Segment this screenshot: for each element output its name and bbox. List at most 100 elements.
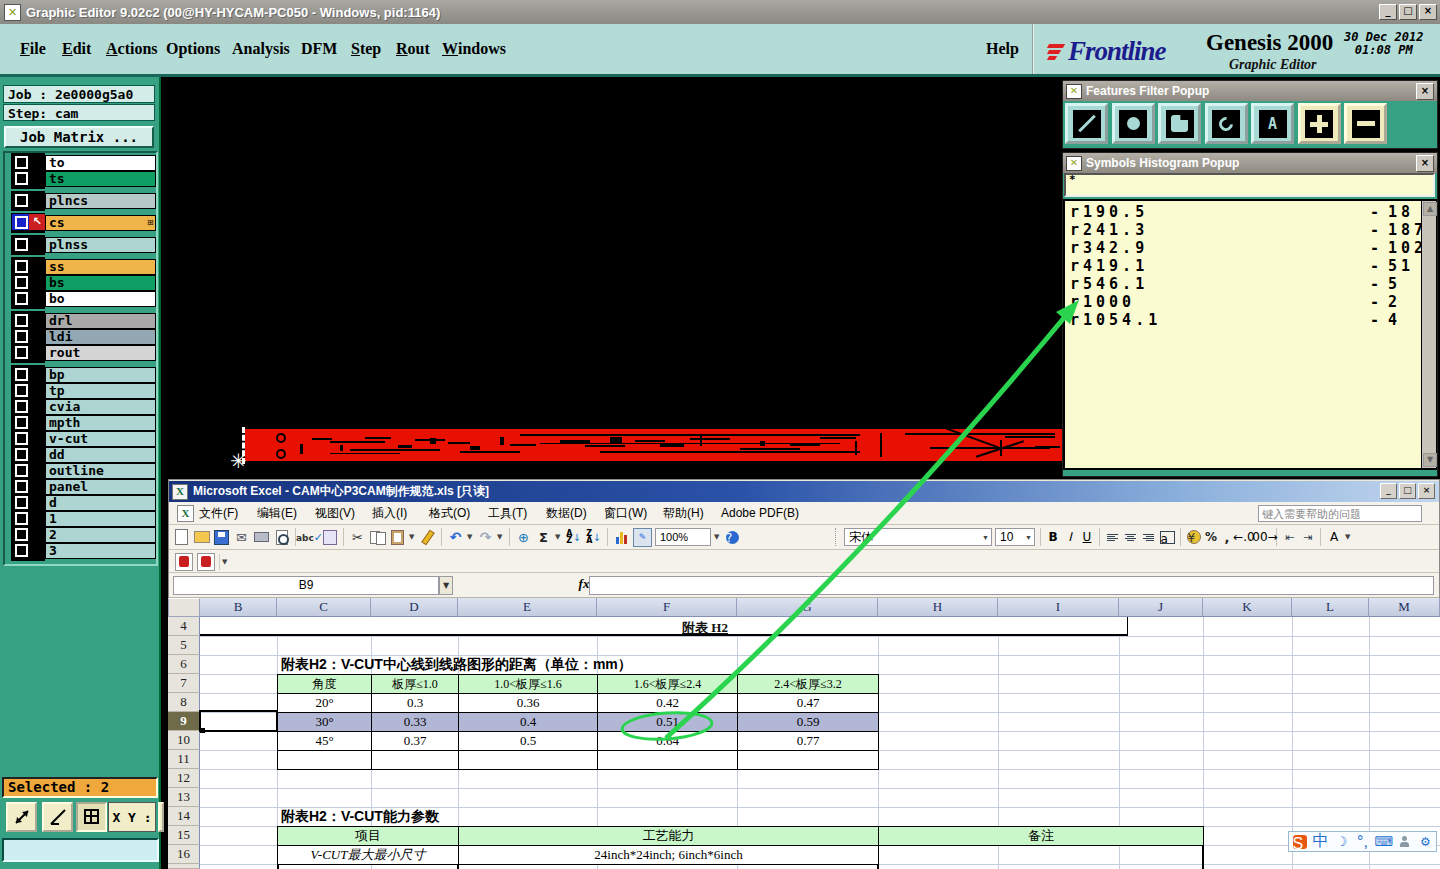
redo-icon[interactable]: ↷ [477, 529, 494, 546]
cell-F11[interactable] [597, 750, 738, 770]
cell-F10[interactable]: 0.64 [597, 731, 738, 751]
layer-checkbox-cs[interactable] [15, 216, 28, 229]
layer-checkbox-bp[interactable] [15, 368, 28, 381]
layer-checkbox-dd[interactable] [15, 448, 28, 461]
layer-dd[interactable]: dd [45, 447, 156, 463]
text-tool-button[interactable]: A [1251, 103, 1294, 144]
row-header-13[interactable]: 13 [168, 788, 200, 807]
comma-icon[interactable]: , [1221, 529, 1233, 546]
row-header-10[interactable]: 10 [168, 731, 200, 750]
layer-checkbox-mpth[interactable] [15, 416, 28, 429]
header-cell[interactable]: 1.6<板厚≤2.4 [597, 674, 738, 694]
layer-ts[interactable]: ts [45, 171, 156, 187]
layer-checkbox-v-cut[interactable] [15, 432, 28, 445]
pdf-convert-email-icon[interactable] [197, 553, 215, 571]
save-icon[interactable] [213, 529, 230, 546]
column-header-F[interactable]: F [597, 598, 737, 617]
layer-checkbox-ss[interactable] [15, 260, 28, 273]
dropdown-icon[interactable]: ▼ [409, 529, 416, 546]
font-color-icon[interactable]: A [1326, 529, 1342, 546]
layer-d[interactable]: d [45, 495, 156, 511]
layer-checkbox-bs[interactable] [15, 276, 28, 289]
row-header-5[interactable]: 5 [168, 636, 200, 655]
quadrant-view-button[interactable] [76, 802, 107, 832]
font-name-combo[interactable]: 宋体▼ [844, 528, 992, 546]
menu-analysis[interactable]: Analysis [232, 24, 290, 74]
excel-menu-6[interactable]: 数据(D) [546, 502, 587, 524]
excel-menu-9[interactable]: Adobe PDF(B) [721, 502, 799, 524]
layer-1[interactable]: 1 [45, 511, 156, 527]
column-header-E[interactable]: E [458, 598, 597, 617]
pdf-toolbar-dropdown-icon[interactable]: ▼ [219, 554, 232, 570]
menu-help[interactable]: Help [986, 24, 1019, 74]
remove-filter-button[interactable] [1344, 103, 1387, 144]
column-header-H[interactable]: H [878, 598, 998, 617]
layer-checkbox-outline[interactable] [15, 464, 28, 477]
formula-input[interactable] [589, 576, 1434, 595]
histogram-filter-input[interactable]: * [1064, 173, 1435, 197]
decrease-decimal-icon[interactable]: .00→ [1255, 529, 1271, 546]
autosum-icon[interactable]: Σ [535, 529, 552, 546]
layer-checkbox-to[interactable] [15, 156, 28, 169]
pad-tool-button[interactable] [1112, 103, 1155, 144]
surface-tool-button[interactable] [1158, 103, 1201, 144]
cell-C10[interactable]: 45° [277, 731, 372, 751]
maximize-button[interactable]: □ [1399, 4, 1417, 20]
row-header-15[interactable]: 15 [168, 826, 200, 845]
layer-v-cut[interactable]: v-cut [45, 431, 156, 447]
layer-checkbox-2[interactable] [15, 528, 28, 541]
cell-G9[interactable]: 0.59 [737, 712, 879, 732]
histogram-scrollbar[interactable]: ▲ ▼ [1421, 201, 1436, 468]
layer-panel[interactable]: panel [45, 479, 156, 495]
align-left-icon[interactable] [1105, 529, 1120, 546]
table2-header-cell[interactable]: 工艺能力 [458, 826, 879, 846]
spell-icon[interactable]: abc✓ [301, 529, 318, 546]
cell-G8[interactable]: 0.47 [737, 693, 879, 713]
chart-wizard-icon[interactable] [613, 529, 630, 546]
menu-windows[interactable]: Windows [442, 24, 506, 74]
column-header-J[interactable]: J [1119, 598, 1203, 617]
tools-wrench-icon[interactable]: ⚙ [1417, 833, 1434, 850]
layer-checkbox-tp[interactable] [15, 384, 28, 397]
cell-C11[interactable] [277, 750, 372, 770]
menu-file[interactable]: File [20, 24, 46, 74]
layer-checkbox-panel[interactable] [15, 480, 28, 493]
close-button[interactable]: × [1419, 4, 1437, 20]
excel-menu-4[interactable]: 格式(O) [429, 502, 470, 524]
column-header-D[interactable]: D [371, 598, 458, 617]
layer-checkbox-drl[interactable] [15, 314, 28, 327]
cell-D9[interactable]: 0.33 [371, 712, 459, 732]
chinese-mode-icon[interactable]: 中 [1312, 833, 1329, 850]
header-cell[interactable]: 角度 [277, 674, 372, 694]
row-header-6[interactable]: 6 [168, 655, 200, 674]
row-header-9[interactable]: 9 [168, 712, 200, 731]
excel-titlebar[interactable]: X Microsoft Excel - CAM中心P3CAM制作规范.xls [… [169, 481, 1439, 502]
row-header-12[interactable]: 12 [168, 769, 200, 788]
decrease-indent-icon[interactable]: ⇤ [1282, 529, 1297, 546]
layer-to[interactable]: to [45, 155, 156, 171]
cell-C8[interactable]: 20° [277, 693, 372, 713]
cell-C16[interactable]: V-CUT最大最小尺寸 [277, 845, 459, 865]
paste-icon[interactable] [389, 529, 406, 546]
layer-checkbox-plncs[interactable] [15, 194, 28, 207]
pdf-convert-icon[interactable] [175, 553, 193, 571]
cell-D11[interactable] [371, 750, 459, 770]
layer-bs[interactable]: bs [45, 275, 156, 291]
add-filter-button[interactable] [1298, 103, 1341, 144]
cell-C9[interactable]: 30° [277, 712, 372, 732]
row-header-17[interactable] [168, 864, 200, 869]
row-header-14[interactable]: 14 [168, 807, 200, 826]
layer-rout[interactable]: rout [45, 345, 156, 361]
layer-cs[interactable]: cs [45, 215, 156, 231]
format-painter-icon[interactable] [419, 529, 436, 546]
increase-indent-icon[interactable]: ⇥ [1300, 529, 1315, 546]
cell-G11[interactable] [737, 750, 879, 770]
layer-bp[interactable]: bp [45, 367, 156, 383]
layer-drl[interactable]: drl [45, 313, 156, 329]
layer-checkbox-rout[interactable] [15, 346, 28, 359]
dropdown-icon[interactable]: ▼ [497, 529, 504, 546]
undo-icon[interactable]: ↶ [447, 529, 464, 546]
histogram-popup-close[interactable]: × [1416, 155, 1434, 172]
bold-icon[interactable]: B [1046, 529, 1060, 546]
preview-icon[interactable] [273, 529, 290, 546]
